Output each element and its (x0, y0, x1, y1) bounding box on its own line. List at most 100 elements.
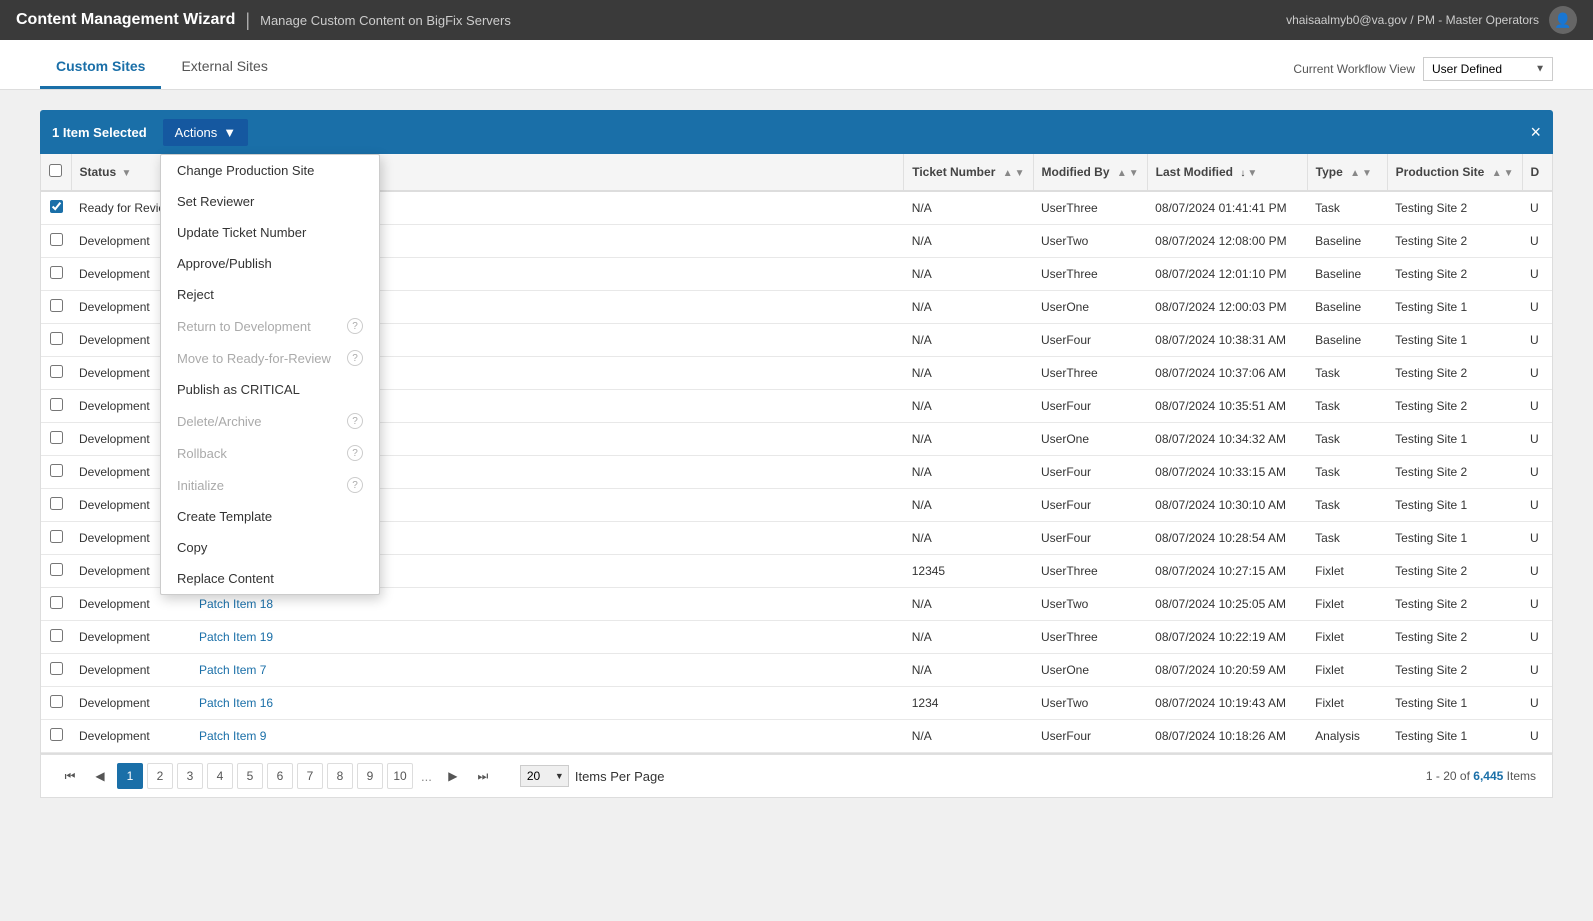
type-sort-icon[interactable]: ▲ (1350, 168, 1360, 179)
row-checkbox[interactable] (50, 728, 63, 741)
row-d: U (1522, 191, 1552, 225)
row-last-modified: 08/07/2024 10:18:26 AM (1147, 720, 1307, 753)
row-checkbox[interactable] (50, 563, 63, 576)
row-checkbox[interactable] (50, 695, 63, 708)
status-filter-icon[interactable]: ▼ (122, 168, 132, 179)
row-type: Fixlet (1307, 621, 1387, 654)
row-type: Baseline (1307, 324, 1387, 357)
menu-item-approve-publish[interactable]: Approve/Publish (161, 248, 379, 279)
avatar[interactable]: 👤 (1549, 6, 1577, 34)
row-modified-by: UserOne (1033, 654, 1147, 687)
page-8-button[interactable]: 8 (327, 763, 353, 789)
row-type: Task (1307, 390, 1387, 423)
row-production-site: Testing Site 1 (1387, 291, 1522, 324)
help-icon: ? (347, 477, 363, 493)
page-6-button[interactable]: 6 (267, 763, 293, 789)
page-first-button[interactable]: ⏮ (57, 763, 83, 789)
row-checkbox[interactable] (50, 266, 63, 279)
row-checkbox[interactable] (50, 530, 63, 543)
actions-button[interactable]: Actions ▼ (163, 119, 249, 146)
row-checkbox[interactable] (50, 332, 63, 345)
row-checkbox[interactable] (50, 431, 63, 444)
row-checkbox[interactable] (50, 662, 63, 675)
row-ticket: N/A (904, 291, 1033, 324)
patch-link[interactable]: Patch Item 7 (199, 663, 266, 677)
row-modified-by: UserTwo (1033, 588, 1147, 621)
row-checkbox[interactable] (50, 464, 63, 477)
help-icon: ? (347, 318, 363, 334)
page-prev-button[interactable]: ◀ (87, 763, 113, 789)
row-type: Baseline (1307, 258, 1387, 291)
patch-link[interactable]: Patch Item 16 (199, 696, 273, 710)
select-all-checkbox[interactable] (49, 164, 62, 177)
row-status: Development (71, 720, 191, 753)
ticket-sort-icon[interactable]: ▲ (1003, 168, 1013, 179)
page-7-button[interactable]: 7 (297, 763, 323, 789)
row-last-modified: 08/07/2024 10:22:19 AM (1147, 621, 1307, 654)
row-checkbox[interactable] (50, 365, 63, 378)
menu-item-reject[interactable]: Reject (161, 279, 379, 310)
row-d: U (1522, 258, 1552, 291)
type-filter-icon[interactable]: ▼ (1362, 168, 1372, 179)
page-3-button[interactable]: 3 (177, 763, 203, 789)
page-5-button[interactable]: 5 (237, 763, 263, 789)
page-1-button[interactable]: 1 (117, 763, 143, 789)
page-ellipsis: ... (417, 769, 436, 784)
menu-item-set-reviewer[interactable]: Set Reviewer (161, 186, 379, 217)
lastmod-filter-icon[interactable]: ▼ (1247, 168, 1257, 179)
row-checkbox[interactable] (50, 398, 63, 411)
row-modified-by: UserOne (1033, 423, 1147, 456)
menu-item-update-ticket-number[interactable]: Update Ticket Number (161, 217, 379, 248)
row-checkbox[interactable] (50, 299, 63, 312)
row-last-modified: 08/07/2024 10:34:32 AM (1147, 423, 1307, 456)
row-checkbox-cell (41, 191, 71, 225)
page-4-button[interactable]: 4 (207, 763, 233, 789)
page-10-button[interactable]: 10 (387, 763, 413, 789)
row-checkbox-cell (41, 588, 71, 621)
close-button[interactable]: × (1530, 123, 1541, 141)
top-bar-divider: | (245, 10, 250, 31)
row-checkbox-cell (41, 291, 71, 324)
row-checkbox[interactable] (50, 596, 63, 609)
tab-custom-sites[interactable]: Custom Sites (40, 44, 161, 89)
menu-item-copy[interactable]: Copy (161, 532, 379, 563)
ticket-filter-icon[interactable]: ▼ (1015, 168, 1025, 179)
row-checkbox[interactable] (50, 233, 63, 246)
menu-item-create-template[interactable]: Create Template (161, 501, 379, 532)
patch-link[interactable]: Patch Item 19 (199, 630, 273, 644)
page-next-button[interactable]: ▶ (440, 763, 466, 789)
page-last-button[interactable]: ⏭ (470, 763, 496, 789)
tab-external-sites[interactable]: External Sites (165, 44, 283, 89)
row-checkbox[interactable] (50, 629, 63, 642)
row-last-modified: 08/07/2024 10:38:31 AM (1147, 324, 1307, 357)
total-range-label: 1 - 20 of (1426, 769, 1470, 783)
items-per-page-select[interactable]: 20 50 100 (520, 765, 569, 787)
help-icon: ? (347, 413, 363, 429)
page-9-button[interactable]: 9 (357, 763, 383, 789)
row-checkbox[interactable] (50, 200, 63, 213)
row-type: Task (1307, 489, 1387, 522)
patch-link[interactable]: Patch Item 18 (199, 597, 273, 611)
row-checkbox[interactable] (50, 497, 63, 510)
help-icon: ? (347, 445, 363, 461)
menu-item-return-to-development: Return to Development ? (161, 310, 379, 342)
workflow-view-container: Current Workflow View User Defined Defau… (1293, 57, 1553, 81)
actions-label: Actions (175, 125, 218, 140)
menu-item-change-production-site[interactable]: Change Production Site (161, 155, 379, 186)
lastmod-sort-icon[interactable]: ↓ (1240, 168, 1245, 179)
row-checkbox-cell (41, 357, 71, 390)
patch-link[interactable]: Patch Item 9 (199, 729, 266, 743)
menu-item-publish-critical[interactable]: Publish as CRITICAL (161, 374, 379, 405)
menu-item-replace-content[interactable]: Replace Content (161, 563, 379, 594)
prodsite-sort-icon[interactable]: ▲ (1492, 168, 1502, 179)
menu-item-rollback: Rollback ? (161, 437, 379, 469)
modifiedby-sort-icon[interactable]: ▲ (1117, 168, 1127, 179)
row-d: U (1522, 357, 1552, 390)
modifiedby-filter-icon[interactable]: ▼ (1129, 168, 1139, 179)
row-last-modified: 08/07/2024 10:33:15 AM (1147, 456, 1307, 489)
row-name: Patch Item 7 (191, 654, 904, 687)
workflow-select[interactable]: User Defined Default Custom (1423, 57, 1553, 81)
total-count: 6,445 (1473, 769, 1503, 783)
page-2-button[interactable]: 2 (147, 763, 173, 789)
prodsite-filter-icon[interactable]: ▼ (1504, 168, 1514, 179)
